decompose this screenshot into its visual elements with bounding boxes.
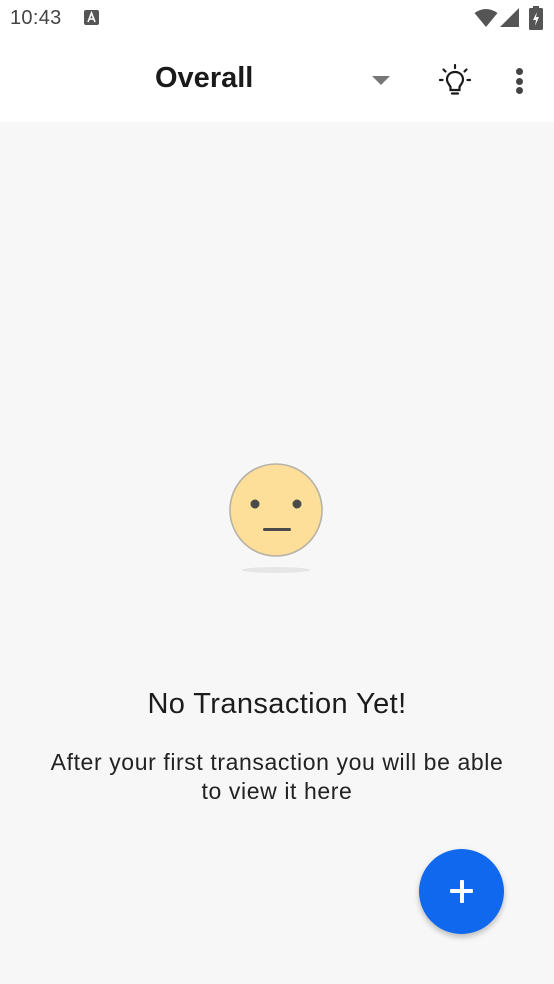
- lightbulb-button[interactable]: [434, 60, 476, 102]
- cell-signal-icon: [500, 8, 519, 27]
- account-selector-dropdown[interactable]: Overall: [140, 48, 400, 112]
- status-bar: 10:43: [0, 0, 554, 38]
- empty-state-message: After your first transaction you will be…: [50, 749, 504, 804]
- battery-charging-icon: [529, 6, 543, 30]
- wifi-icon: [474, 9, 498, 27]
- notification-a-icon: [84, 10, 99, 25]
- lightbulb-icon: [438, 63, 472, 95]
- transactions-content: No Transaction Yet! After your first tra…: [0, 122, 554, 984]
- status-time: 10:43: [10, 7, 62, 29]
- page-title: Overall: [155, 62, 254, 94]
- empty-state-title: No Transaction Yet!: [147, 688, 407, 720]
- dropdown-caret-icon: [372, 76, 390, 85]
- neutral-face-icon: [229, 463, 323, 573]
- add-transaction-button[interactable]: [419, 849, 504, 934]
- more-options-button[interactable]: [500, 60, 540, 102]
- app-bar: Overall: [0, 38, 554, 122]
